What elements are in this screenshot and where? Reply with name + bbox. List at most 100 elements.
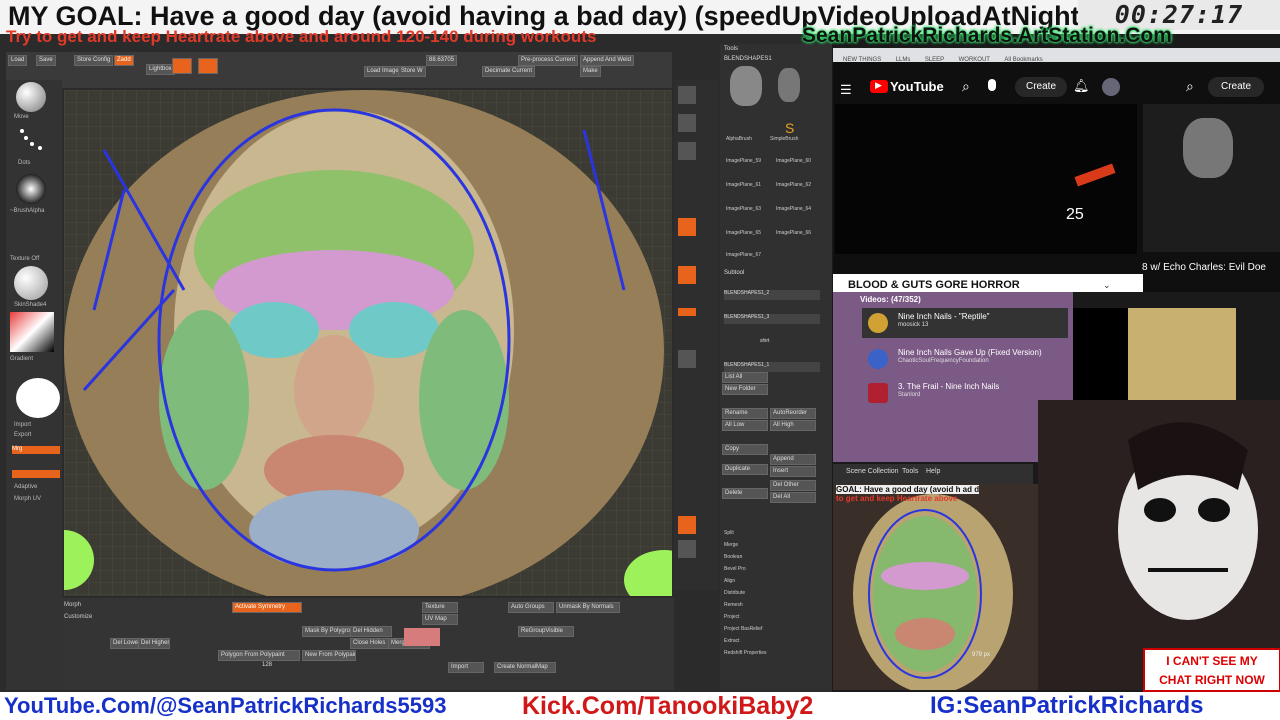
imageplane-60[interactable]: ImagePlane_60 (776, 158, 811, 164)
imageplane-67[interactable]: ImagePlane_67 (726, 252, 761, 258)
subtool-blendshapes-1[interactable]: BLENDSHAPES1_1 (724, 362, 820, 372)
all-low-button[interactable]: All Low (722, 420, 768, 431)
bell-icon[interactable]: 🔔︎ (1073, 78, 1090, 94)
delete-button[interactable]: Delete (722, 488, 768, 499)
boolean-label[interactable]: Boolean (724, 554, 742, 560)
extract-label[interactable]: Extract (724, 638, 740, 644)
youtube-wordmark[interactable]: YouTube (890, 79, 944, 94)
del-higher-button[interactable]: Del Higher (138, 638, 170, 649)
close-holes-button[interactable]: Close Holes (350, 638, 392, 649)
bpr-icon[interactable] (678, 86, 696, 104)
export-label[interactable]: Export (14, 432, 31, 438)
imageplane-64[interactable]: ImagePlane_64 (776, 206, 811, 212)
zadd-button[interactable]: Zadd (114, 55, 134, 66)
color-picker[interactable] (10, 312, 54, 352)
split-label[interactable]: Split (724, 530, 734, 536)
del-lower-button[interactable]: Del Lower (110, 638, 140, 649)
decimate-button[interactable]: Decimate Current (482, 66, 536, 77)
preprocess-button[interactable]: Pre-process Current (518, 55, 579, 66)
project-basrelief-label[interactable]: Project BasRelief (724, 626, 762, 632)
import-label[interactable]: Import (14, 422, 31, 428)
frame-icon[interactable] (678, 350, 696, 368)
obs-menu-scene-collection[interactable]: Scene Collection (846, 468, 899, 475)
mrg-button[interactable]: Mrg (12, 446, 60, 454)
autoreorder-button[interactable]: AutoReorder (770, 408, 816, 419)
list-all-button[interactable]: List All (722, 372, 768, 383)
morph-label[interactable]: Morph (64, 602, 81, 608)
scroll-icon[interactable] (678, 114, 696, 132)
new-from-polypaint-button[interactable]: New From Polypaint (302, 650, 356, 661)
del-all-button[interactable]: Del All (770, 492, 816, 503)
zoom-icon[interactable] (678, 142, 696, 160)
customize-label[interactable]: Customize (64, 614, 92, 620)
playlist-item[interactable]: Nine Inch Nails - "Reptile" moosick 13 (868, 312, 1066, 336)
save-button[interactable]: Save (36, 55, 56, 66)
merge-label[interactable]: Merge (724, 542, 738, 548)
auto-groups-button[interactable]: Auto Groups (508, 602, 554, 613)
draw-mode-icon[interactable] (172, 58, 192, 74)
load-button[interactable]: Load (8, 55, 28, 66)
create-normalmap-button[interactable]: Create NormalMap (494, 662, 556, 673)
obs-menu-help[interactable]: Help (926, 468, 940, 475)
project-label[interactable]: Project (724, 614, 740, 620)
bookmark-llms[interactable]: LLMs (896, 57, 911, 63)
imageplane-59[interactable]: ImagePlane_59 (726, 158, 761, 164)
morph-uv-label[interactable]: Morph UV (14, 496, 41, 502)
activate-symmetry-button[interactable]: Activate Symmetry (232, 602, 302, 613)
bevel-pro-label[interactable]: Bevel Pro (724, 566, 746, 572)
uv-map-button[interactable]: UV Map (422, 614, 458, 625)
tool-thumb-head-2[interactable] (778, 68, 800, 102)
create-button-2[interactable]: Create (1208, 77, 1264, 97)
regroupvisible-button[interactable]: ReGroupVisible (518, 626, 574, 637)
lsym-icon[interactable] (678, 308, 696, 316)
zbrush-canvas[interactable] (64, 90, 672, 596)
obs-menu-tools[interactable]: Tools (902, 468, 918, 475)
move-mode-icon[interactable] (198, 58, 218, 74)
duplicate-button[interactable]: Duplicate (722, 464, 768, 475)
persp-icon[interactable] (678, 218, 696, 236)
solo-icon[interactable] (678, 540, 696, 558)
search-icon[interactable]: ⌕ (962, 78, 970, 95)
brush-icon[interactable] (16, 82, 46, 112)
stroke-dots-icon[interactable] (16, 126, 46, 156)
texture-button[interactable]: Texture (422, 602, 458, 613)
subtool-shirt[interactable]: shirt (760, 338, 769, 344)
hamburger-icon[interactable]: ☰ (840, 82, 852, 98)
imageplane-65[interactable]: ImagePlane_65 (726, 230, 761, 236)
all-high-button[interactable]: All High (770, 420, 816, 431)
chevron-down-icon[interactable]: ⌄ (1103, 280, 1111, 291)
lightbox-button[interactable]: Lightbox (146, 64, 175, 75)
video-title-echo[interactable]: 8 w/ Echo Charles: Evil Doe (1142, 262, 1266, 273)
video-thumbnail-podcast[interactable] (1143, 104, 1280, 252)
subtool-blendshapes-2[interactable]: BLENDSHAPES1_2 (724, 290, 820, 300)
bookmark-workout[interactable]: WORKOUT (959, 57, 990, 63)
append-button[interactable]: Append (770, 454, 816, 465)
playlist-item[interactable]: Nine Inch Nails Gave Up (Fixed Version) … (868, 348, 1066, 372)
mask-by-polygroups-button[interactable]: Mask By Polygroups (302, 626, 352, 637)
adaptive-label[interactable]: Adaptive (14, 484, 37, 490)
store-w-button[interactable]: Store W (398, 66, 426, 77)
bookmark-all[interactable]: All Bookmarks (1004, 57, 1042, 63)
del-other-button[interactable]: Del Other (770, 480, 816, 491)
rename-button[interactable]: Rename (722, 408, 768, 419)
imageplane-62[interactable]: ImagePlane_62 (776, 182, 811, 188)
lightbox-tools-label[interactable]: Tools (724, 46, 738, 52)
subtool-blendshapes-3[interactable]: BLENDSHAPES1_3 (724, 314, 820, 324)
store-config-button[interactable]: Store Config (74, 55, 114, 66)
copy-button[interactable]: Copy (722, 444, 768, 455)
del-hidden-button[interactable]: Del Hidden (350, 626, 392, 637)
polygon-from-polypaint-button[interactable]: Polygon From Polypaint (218, 650, 300, 661)
load-image-button[interactable]: Load Image (364, 66, 402, 77)
playlist-item[interactable]: 3. The Frail - Nine Inch Nails Stanlord (868, 382, 1066, 406)
bookmark-new-things[interactable]: NEW THINGS (843, 57, 881, 63)
imageplane-61[interactable]: ImagePlane_61 (726, 182, 761, 188)
search-icon-2[interactable]: ⌕ (1186, 78, 1194, 95)
align-label[interactable]: Align (724, 578, 735, 584)
video-player[interactable] (835, 104, 1137, 254)
imageplane-63[interactable]: ImagePlane_63 (726, 206, 761, 212)
make-button[interactable]: Make (580, 66, 601, 77)
alpha-icon[interactable] (16, 174, 46, 204)
unmask-by-normals-button[interactable]: Unmask By Normals (556, 602, 620, 613)
bookmark-sleep[interactable]: SLEEP (925, 57, 944, 63)
mic-icon[interactable] (988, 79, 996, 91)
